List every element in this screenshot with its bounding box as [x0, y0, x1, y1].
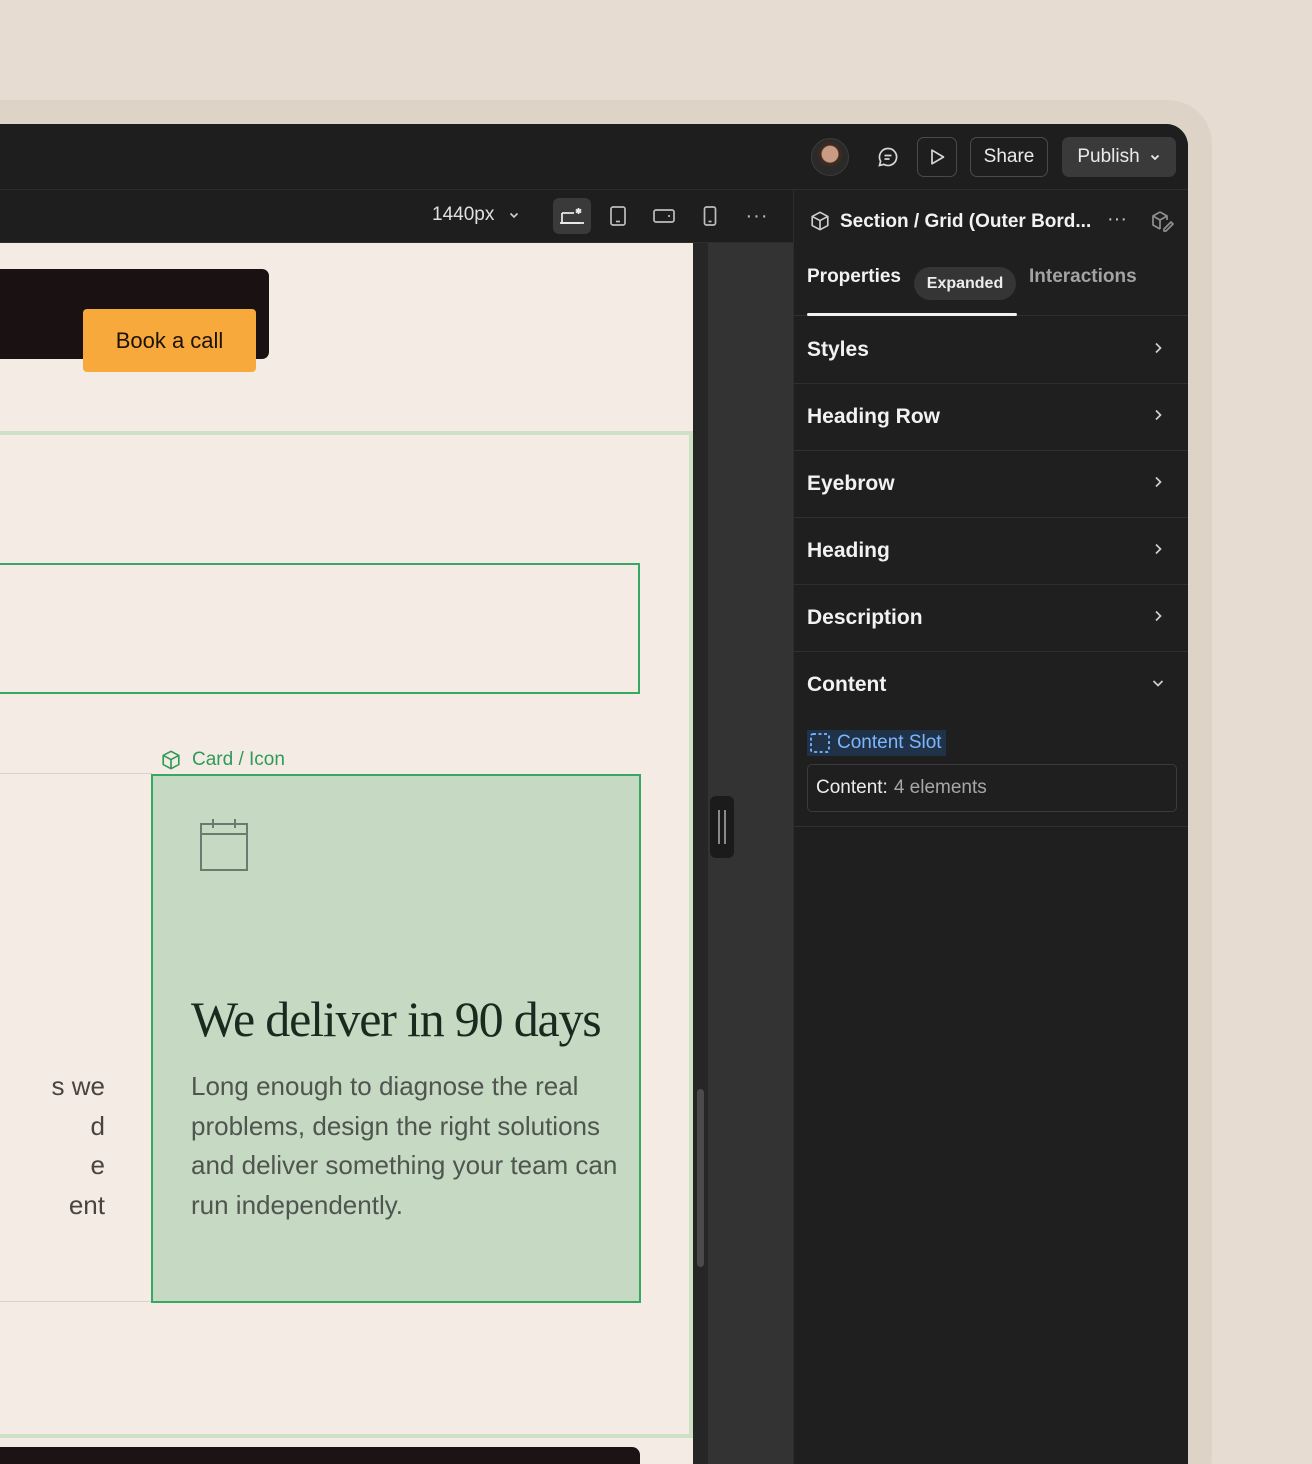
- publish-button[interactable]: Publish: [1062, 137, 1176, 177]
- card-component-name: Card / Icon: [192, 749, 285, 770]
- chevron-right-icon: [1155, 476, 1162, 488]
- resize-handle[interactable]: [710, 796, 734, 858]
- chevron-right-icon: [1155, 409, 1162, 421]
- content-slot-text: Content Slot: [837, 732, 942, 753]
- content-field-key: Content:: [816, 777, 888, 798]
- card-left-description: s we d e ent: [51, 1071, 105, 1220]
- top-bar: Share Publish: [0, 124, 1188, 190]
- section-label: Content: [807, 673, 887, 696]
- next-section-block[interactable]: [0, 1447, 640, 1464]
- chevron-down-icon: [510, 212, 519, 219]
- content-section-body: Content Slot Content: 4 elements: [794, 718, 1188, 827]
- section-label: Heading: [807, 539, 890, 562]
- component-icon: [811, 211, 829, 231]
- app-window: Share Publish 1440px ··· Book a call s w…: [0, 124, 1188, 1464]
- chevron-right-icon: [1155, 342, 1162, 354]
- publish-label: Publish: [1077, 146, 1140, 167]
- section-eyebrow[interactable]: Eyebrow: [794, 450, 1188, 518]
- design-canvas[interactable]: Book a call s we d e ent Card / Icon We …: [0, 243, 693, 1464]
- chevron-right-icon: [1155, 610, 1162, 622]
- user-avatar[interactable]: [811, 138, 849, 176]
- breakpoint-value: 1440px: [432, 204, 495, 225]
- scrollbar-thumb[interactable]: [697, 1089, 704, 1267]
- breakpoint-selector[interactable]: 1440px: [432, 204, 520, 226]
- section-label: Description: [807, 606, 923, 629]
- expanded-toggle[interactable]: Expanded: [914, 267, 1016, 300]
- card-icon-selected[interactable]: We deliver in 90 days Long enough to dia…: [151, 774, 641, 1303]
- section-description[interactable]: Description: [794, 584, 1188, 652]
- more-options-button[interactable]: ···: [740, 198, 774, 234]
- section-label: Eyebrow: [807, 472, 895, 495]
- viewport-toolbar: 1440px ···: [0, 190, 793, 243]
- content-slot-label[interactable]: Content Slot: [807, 730, 946, 756]
- comment-icon[interactable]: [868, 138, 908, 176]
- section-label: Heading Row: [807, 405, 941, 428]
- content-field-value: 4 elements: [893, 777, 987, 798]
- section-content[interactable]: Content: [794, 651, 1188, 719]
- share-button[interactable]: Share: [970, 137, 1048, 177]
- section-heading[interactable]: Heading: [794, 517, 1188, 585]
- slot-icon: [810, 733, 830, 753]
- component-icon: [162, 750, 180, 770]
- canvas-scrollbar[interactable]: [693, 243, 708, 1464]
- panel-header: Section / Grid (Outer Bord... ···: [794, 190, 1188, 253]
- book-a-call-button[interactable]: Book a call: [83, 309, 256, 372]
- mobile-icon[interactable]: [691, 198, 729, 234]
- section-heading-row[interactable]: Heading Row: [794, 383, 1188, 451]
- desktop-breakpoint-icon[interactable]: [553, 198, 591, 234]
- chevron-right-icon: [1155, 543, 1162, 555]
- card-title: We deliver in 90 days: [191, 991, 602, 1047]
- tab-properties[interactable]: Properties: [807, 266, 901, 288]
- card-description: Long enough to diagnose the real problem…: [191, 1071, 618, 1220]
- edit-component-icon[interactable]: [1150, 210, 1174, 232]
- site-navbar[interactable]: Book a call: [0, 269, 269, 372]
- chevron-down-icon: [1152, 680, 1164, 687]
- chevron-down-icon: [1150, 154, 1159, 161]
- play-icon[interactable]: [917, 137, 957, 177]
- calendar-icon: [200, 819, 248, 871]
- section-styles[interactable]: Styles: [794, 316, 1188, 384]
- panel-more-button[interactable]: ···: [1107, 208, 1127, 231]
- card-component-label: Card / Icon: [160, 749, 285, 771]
- tablet-landscape-icon[interactable]: [645, 198, 683, 234]
- card-left[interactable]: s we d e ent: [0, 773, 152, 1302]
- selected-component-title: Section / Grid (Outer Bord...: [840, 211, 1092, 232]
- tab-interactions[interactable]: Interactions: [1029, 266, 1137, 288]
- tablet-icon[interactable]: [599, 198, 637, 234]
- properties-panel: Section / Grid (Outer Bord... ··· Proper…: [793, 190, 1188, 1464]
- heading-row-outline[interactable]: [0, 563, 640, 694]
- content-elements-field[interactable]: Content: 4 elements: [807, 764, 1177, 812]
- section-label: Styles: [807, 338, 869, 361]
- panel-tabs: Properties Expanded Interactions: [794, 253, 1188, 316]
